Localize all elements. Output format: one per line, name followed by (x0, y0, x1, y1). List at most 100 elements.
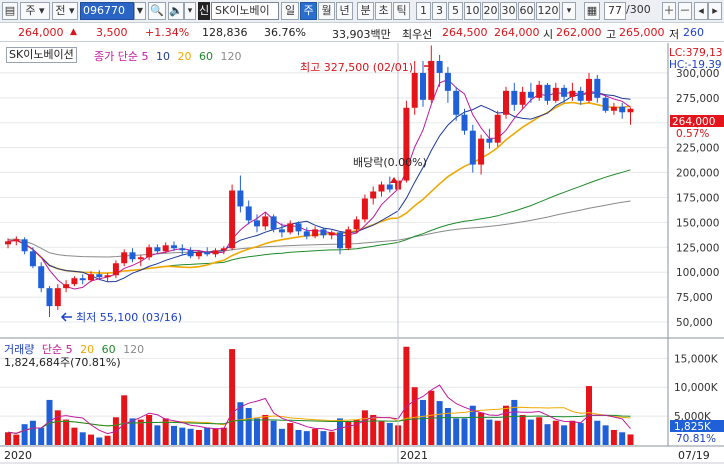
volume-bar (220, 427, 227, 445)
volume-bar (602, 425, 609, 445)
candle-body (129, 252, 136, 260)
volume-bar (627, 434, 634, 445)
volume-bar (552, 420, 559, 445)
candle-body (519, 91, 526, 105)
scroll-right-icon[interactable]: ▸ (708, 2, 722, 20)
candle-body (88, 274, 94, 281)
volume-bar (511, 399, 518, 445)
candle-body (403, 107, 410, 181)
interval-60-button[interactable]: 60 (518, 2, 535, 20)
quote-bar: 264,000 ▲ 3,500 +1.34% 128,836 36.76% 33… (0, 23, 724, 42)
period-second-button[interactable]: 초 (375, 2, 392, 20)
interval-1-button[interactable]: 1 (416, 2, 431, 20)
prefix-select[interactable]: 전 ▾ (52, 2, 78, 20)
chart-settings-icon[interactable]: ▦ (584, 2, 600, 20)
volume-bar (204, 427, 211, 445)
ma20-legend: 20 (177, 50, 192, 63)
interval-5-button[interactable]: 5 (448, 2, 463, 20)
price-tick-label: 175,000 (676, 192, 719, 204)
candle-body (386, 184, 393, 190)
zoom-in-icon[interactable]: ＋ (662, 2, 676, 20)
interval-30-button[interactable]: 30 (500, 2, 517, 20)
candle-body (63, 284, 70, 289)
volume-bar (287, 423, 294, 445)
candle-body (79, 278, 86, 281)
candle-body (420, 72, 426, 100)
candle-body (536, 84, 543, 98)
stock-code-input[interactable]: 096770 (80, 2, 134, 20)
price-legend[interactable]: SK이노베이션 (6, 47, 77, 63)
candle-body (486, 138, 493, 143)
volume-bar (337, 418, 343, 445)
priority-sell-price: 264,500 (442, 26, 488, 39)
candle-body (278, 229, 285, 233)
candle-body (527, 91, 534, 98)
volume-bar (370, 414, 377, 445)
volume-ratio: 36.76% (264, 26, 306, 39)
volume-bar (104, 435, 111, 445)
menu-icon[interactable]: ▤ (2, 2, 18, 20)
hc-label: HC:-19.39 (669, 59, 722, 71)
interval-dropdown-button[interactable]: ▾ (562, 2, 576, 20)
period-month-button[interactable]: 월 (318, 2, 335, 20)
volume-bar (171, 425, 177, 445)
price-legend-name: SK이노베이션 (9, 48, 74, 61)
period-week-button[interactable]: 주 (300, 2, 317, 20)
open-price: 262,000 (556, 26, 602, 39)
volume-bar (453, 418, 460, 445)
volume-tick-label: 15,000K (674, 353, 719, 365)
stock-name-field[interactable]: SK이노베이 (211, 2, 279, 20)
high-price: 265,000 (619, 26, 665, 39)
zoom-out-icon[interactable]: － (678, 2, 692, 20)
candle-body (137, 257, 144, 260)
kind-select[interactable]: 주 ▾ (20, 2, 50, 20)
volume-bar (527, 419, 534, 445)
search-icon[interactable]: 🔍 (148, 2, 166, 20)
price-change-pct: +1.34% (145, 26, 190, 39)
market-badge: 신 (198, 2, 210, 20)
trade-volume: 128,836 (202, 26, 248, 39)
period-day-button[interactable]: 일 (281, 2, 299, 20)
price-tick-label: 100,000 (676, 267, 719, 279)
candle-body (13, 239, 20, 242)
display-count-input[interactable]: 77 (604, 2, 626, 20)
price-ma-legend[interactable]: 종가 단순 5 10 20 60 120 (94, 48, 241, 64)
period-minute-button[interactable]: 분 (357, 2, 374, 20)
volume-bar (378, 420, 385, 445)
volume-bar (38, 427, 45, 445)
high-label: 고 (606, 28, 617, 41)
volume-bar (187, 428, 194, 445)
candle-body (478, 138, 485, 165)
candle-body (204, 252, 211, 255)
low-label: 저 (669, 28, 680, 41)
scroll-left-icon[interactable]: ◂ (694, 2, 708, 20)
speaker-icon[interactable]: 🔈 (168, 2, 184, 20)
priority-buy-price: 264,000 (494, 26, 540, 39)
candle-body (320, 229, 327, 236)
candle-body (461, 114, 468, 131)
interval-3-button[interactable]: 3 (432, 2, 447, 20)
volume-bar (320, 431, 327, 445)
volume-bar (594, 420, 601, 445)
prefix-label: 전 (55, 4, 66, 17)
volume-bar (21, 424, 28, 445)
ma120-legend: 120 (220, 50, 242, 63)
period-year-button[interactable]: 년 (336, 2, 353, 20)
interval-10-button[interactable]: 10 (464, 2, 481, 20)
stock-chart[interactable]: 50,000 75,000 100,000 125,000 150,000 175,000… (0, 43, 724, 467)
sound-dropdown-button[interactable]: ▾ (184, 2, 196, 20)
candle-body (627, 108, 634, 113)
candle-body (96, 274, 103, 278)
volume-bar (154, 425, 161, 445)
priority-label: 최우선 (402, 28, 433, 41)
trade-amount: 33,903백만 (332, 28, 391, 41)
candle-body (38, 266, 45, 289)
current-pct-tag: 0.57% (676, 128, 709, 140)
volume-last-value: 1,824,684주(70.81%) (4, 356, 121, 369)
period-tick-button[interactable]: 틱 (393, 2, 410, 20)
interval-20-button[interactable]: 20 (482, 2, 499, 20)
volume-bar (569, 420, 576, 445)
interval-120-button[interactable]: 120 (536, 2, 560, 20)
candle-body (436, 60, 443, 73)
code-dropdown-button[interactable]: ▼ (134, 2, 146, 20)
